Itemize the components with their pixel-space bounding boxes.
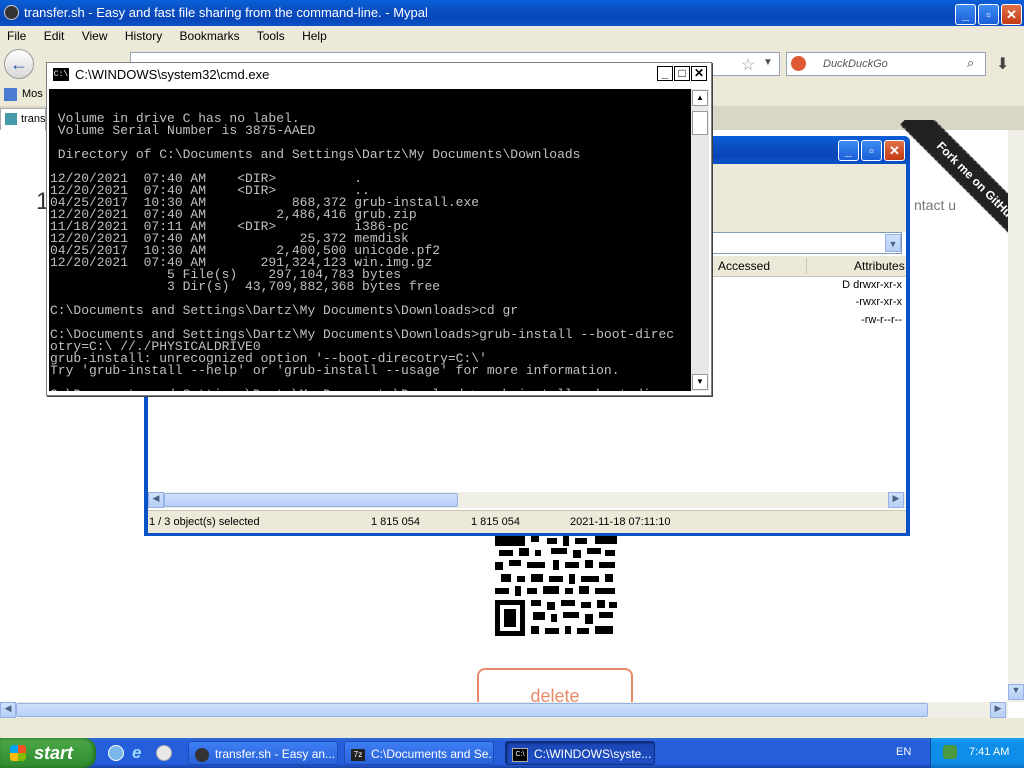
taskbar-7zip-icon: 7z xyxy=(351,748,365,761)
back-arrow-icon: ← xyxy=(10,54,28,74)
scroll-left-button[interactable]: ◀ xyxy=(0,702,16,718)
quicklaunch-ie-icon[interactable]: e xyxy=(132,743,141,763)
cmd-close-button[interactable]: ✕ xyxy=(691,66,707,81)
cmd-title: C:\WINDOWS\system32\cmd.exe xyxy=(75,67,270,82)
taskbar-archive-label: C:\Documents and Se... xyxy=(371,747,494,761)
minimize-button[interactable]: _ xyxy=(955,4,976,25)
menu-tools[interactable]: Tools xyxy=(257,29,285,43)
menu-bookmarks[interactable]: Bookmarks xyxy=(180,29,240,43)
status-selected: 1 / 3 object(s) selected xyxy=(149,516,260,528)
cmd-titlebar[interactable]: C:\ C:\WINDOWS\system32\cmd.exe _ □ ✕ xyxy=(47,63,711,87)
cmd-line: Volume Serial Number is 3875-AAED xyxy=(50,123,316,138)
menu-bar: File Edit View History Bookmarks Tools H… xyxy=(0,26,1024,46)
cmd-line: 3 Dir(s) 43,709,882,368 bytes free xyxy=(50,279,441,294)
status-size: 1 815 054 xyxy=(371,516,420,528)
menu-history[interactable]: History xyxy=(125,29,162,43)
cmd-line: C:\Documents and Settings\Dartz\My Docum… xyxy=(50,303,519,318)
menu-view[interactable]: View xyxy=(82,29,108,43)
column-divider xyxy=(806,258,807,274)
start-button[interactable]: start xyxy=(0,738,96,768)
taskbar-cmd-label: C:\WINDOWS\syste... xyxy=(534,747,652,761)
column-attributes[interactable]: Attributes xyxy=(854,259,905,273)
search-icon[interactable]: ⌕ xyxy=(967,55,974,71)
archive-close-button[interactable]: ✕ xyxy=(884,140,905,161)
download-icon[interactable]: ⬇ xyxy=(996,54,1009,74)
browser-titlebar[interactable]: transfer.sh - Easy and fast file sharing… xyxy=(0,0,1024,26)
taskbar-item-archive[interactable]: 7z C:\Documents and Se... xyxy=(344,741,494,765)
url-dropdown-icon[interactable]: ▼ xyxy=(763,57,773,68)
status-date: 2021-11-18 07:11:10 xyxy=(570,516,671,528)
tab-transfer[interactable]: trans xyxy=(0,108,46,130)
path-dropdown-icon[interactable]: ▼ xyxy=(885,234,901,252)
cmd-scroll-down-button[interactable]: ▼ xyxy=(692,374,708,390)
scroll-right-button[interactable]: ▶ xyxy=(990,702,1006,718)
status-bar xyxy=(0,718,1024,740)
menu-file[interactable]: File xyxy=(7,29,26,43)
menu-help[interactable]: Help xyxy=(302,29,327,43)
archive-maximize-button[interactable]: ▫ xyxy=(861,140,882,161)
quicklaunch-media-icon[interactable] xyxy=(156,745,172,761)
column-accessed[interactable]: Accessed xyxy=(718,259,770,273)
windows-logo-icon xyxy=(10,745,26,761)
menu-edit[interactable]: Edit xyxy=(44,29,65,43)
browser-app-icon xyxy=(4,5,19,20)
browser-horizontal-scrollbar[interactable]: ◀ ▶ xyxy=(0,702,1008,718)
github-ribbon[interactable]: Fork me on GitHub xyxy=(892,120,1024,270)
archive-scroll-thumb[interactable] xyxy=(164,493,458,507)
quicklaunch-desktop-icon[interactable] xyxy=(108,745,124,761)
taskbar-cmd-icon: C:\ xyxy=(512,747,528,762)
bookmark-star-icon[interactable]: ☆ xyxy=(741,55,755,75)
cmd-line: Try 'grub-install --help' or 'grub-insta… xyxy=(50,363,620,378)
tray-network-icon[interactable] xyxy=(943,745,957,759)
cmd-lines: Volume in drive C has no label. Volume S… xyxy=(50,112,692,391)
cmd-window: C:\ C:\WINDOWS\system32\cmd.exe _ □ ✕ Vo… xyxy=(46,62,712,396)
duckduckgo-icon xyxy=(791,56,806,71)
qr-code xyxy=(495,536,617,636)
cmd-maximize-button[interactable]: □ xyxy=(674,66,690,81)
horizontal-scroll-thumb[interactable] xyxy=(16,703,928,717)
cmd-scroll-thumb[interactable] xyxy=(692,111,708,135)
file-row-1-attributes[interactable]: D drwxr-xr-x xyxy=(842,279,902,291)
scroll-down-button[interactable]: ▼ xyxy=(1008,684,1024,700)
taskbar-browser-label: transfer.sh - Easy an... xyxy=(215,747,336,761)
cmd-minimize-button[interactable]: _ xyxy=(657,66,673,81)
cmd-app-icon: C:\ xyxy=(53,68,69,81)
cmd-line: C:\Documents and Settings\Dartz\My Docum… xyxy=(50,388,692,391)
archive-minimize-button[interactable]: _ xyxy=(838,140,859,161)
search-field[interactable]: DuckDuckGo ⌕ xyxy=(786,52,986,76)
browser-title: transfer.sh - Easy and fast file sharing… xyxy=(24,5,428,20)
browser-vertical-scrollbar[interactable]: ▼ xyxy=(1008,130,1024,702)
cmd-output[interactable]: Volume in drive C has no label. Volume S… xyxy=(49,89,692,391)
cmd-line: Directory of C:\Documents and Settings\D… xyxy=(50,147,581,162)
archive-scroll-left-button[interactable]: ◀ xyxy=(148,492,164,508)
taskbar-browser-icon xyxy=(195,747,209,762)
cmd-scroll-up-button[interactable]: ▲ xyxy=(692,90,708,106)
taskbar-item-browser[interactable]: transfer.sh - Easy an... xyxy=(188,741,338,765)
language-indicator[interactable]: EN xyxy=(896,746,911,758)
start-label: start xyxy=(34,743,74,763)
cmd-vertical-scrollbar[interactable]: ▲ ▼ xyxy=(691,89,709,391)
archive-scroll-right-button[interactable]: ▶ xyxy=(888,492,904,508)
system-tray: 7:41 AM xyxy=(930,738,1024,768)
tab-label: trans xyxy=(21,113,46,125)
back-button[interactable]: ← xyxy=(4,49,34,79)
search-placeholder: DuckDuckGo xyxy=(823,58,888,70)
clock[interactable]: 7:41 AM xyxy=(969,746,1009,758)
maximize-button[interactable]: ▫ xyxy=(978,4,999,25)
file-row-3-attributes[interactable]: -rw-r--r-- xyxy=(861,314,902,326)
status-packed-size: 1 815 054 xyxy=(471,516,520,528)
archive-status-bar: 1 / 3 object(s) selected 1 815 054 1 815… xyxy=(148,510,906,533)
close-button[interactable]: ✕ xyxy=(1001,4,1022,25)
tab-favicon-icon xyxy=(5,113,17,125)
file-row-2-attributes[interactable]: -rwxr-xr-x xyxy=(856,296,902,308)
bookmark-most-visited[interactable]: Mos xyxy=(22,88,43,100)
archive-horizontal-scrollbar[interactable]: ◀ ▶ xyxy=(148,492,906,508)
taskbar-item-cmd[interactable]: C:\ C:\WINDOWS\syste... xyxy=(505,741,655,765)
bookmark-icon xyxy=(4,88,17,101)
